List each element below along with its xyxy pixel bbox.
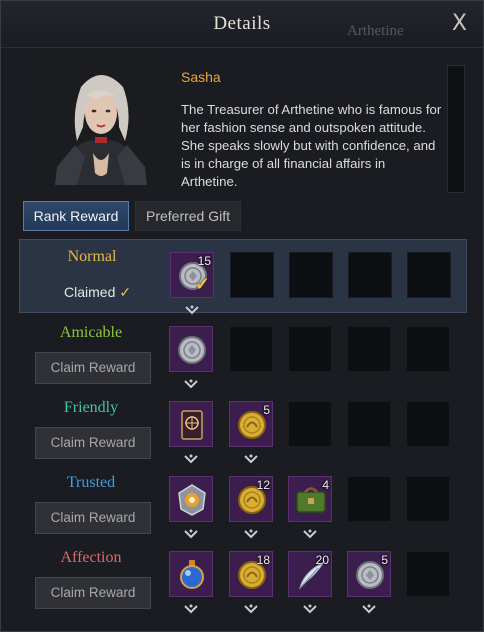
reward-slot[interactable]: 18 bbox=[229, 551, 273, 597]
empty-slot bbox=[347, 326, 391, 372]
reward-slot[interactable]: 5 bbox=[229, 401, 273, 447]
chevron-down-icon bbox=[183, 601, 199, 614]
chevron-down-icon bbox=[183, 376, 199, 389]
empty-slot bbox=[406, 551, 450, 597]
npc-description: The Treasurer of Arthetine who is famous… bbox=[181, 102, 442, 189]
item-quantity: 15 bbox=[197, 254, 211, 268]
chevron-down-icon bbox=[183, 526, 199, 539]
empty-slot bbox=[289, 252, 333, 298]
empty-slot bbox=[406, 476, 450, 522]
tab-preferred-gift[interactable]: Preferred Gift bbox=[135, 201, 241, 231]
reward-slot[interactable] bbox=[169, 401, 213, 447]
item-quantity: 18 bbox=[256, 553, 270, 567]
reward-slot[interactable]: 20 bbox=[288, 551, 332, 597]
reward-slot[interactable] bbox=[169, 551, 213, 597]
tier-label: Friendly bbox=[63, 399, 119, 416]
tier-label: Normal bbox=[67, 248, 117, 265]
reward-row-trusted: Trusted Claim Reward 12 4 bbox=[19, 464, 467, 539]
claim-reward-button[interactable]: Claim Reward bbox=[35, 577, 151, 609]
npc-portrait bbox=[37, 57, 165, 185]
reward-slot[interactable] bbox=[169, 326, 213, 372]
tier-label: Affection bbox=[60, 549, 122, 566]
empty-slot bbox=[229, 326, 273, 372]
reward-slot[interactable]: 15 ✓ bbox=[170, 252, 214, 298]
reward-slot[interactable]: 5 bbox=[347, 551, 391, 597]
chevron-down-icon bbox=[184, 302, 200, 315]
empty-slot bbox=[406, 401, 450, 447]
reward-row-amicable: Amicable Claim Reward bbox=[19, 314, 467, 389]
item-quantity: 12 bbox=[256, 478, 270, 492]
chevron-down-icon bbox=[302, 526, 318, 539]
claim-reward-button[interactable]: Claim Reward bbox=[35, 427, 151, 459]
empty-slot bbox=[288, 401, 332, 447]
reward-row-friendly: Friendly Claim Reward 5 bbox=[19, 389, 467, 464]
claimed-check-icon: ✓ bbox=[194, 274, 210, 294]
empty-slot bbox=[288, 326, 332, 372]
reward-slot[interactable]: 12 bbox=[229, 476, 273, 522]
claim-reward-button[interactable]: Claim Reward bbox=[35, 502, 151, 534]
claimed-label: Claimed bbox=[64, 284, 116, 300]
item-quantity: 4 bbox=[322, 478, 329, 492]
reward-row-affection: Affection Claim Reward 18 20 5 bbox=[19, 539, 467, 614]
tab-rank-reward[interactable]: Rank Reward bbox=[23, 201, 129, 231]
chevron-down-icon bbox=[183, 451, 199, 464]
chevron-down-icon bbox=[243, 601, 259, 614]
npc-name: Sasha bbox=[181, 69, 221, 85]
empty-slot bbox=[347, 476, 391, 522]
empty-slot bbox=[230, 252, 274, 298]
chevron-down-icon bbox=[243, 451, 259, 464]
item-quantity: 20 bbox=[315, 553, 329, 567]
empty-slot bbox=[407, 252, 451, 298]
description-scrollbar[interactable] bbox=[447, 65, 465, 193]
title-bar: Arthetine Details X bbox=[1, 1, 483, 48]
tier-label: Trusted bbox=[66, 474, 116, 491]
item-quantity: 5 bbox=[263, 403, 270, 417]
reward-row-normal: Normal Claimed ✓ 15 ✓ bbox=[19, 239, 467, 315]
chevron-down-icon bbox=[361, 601, 377, 614]
tier-label: Amicable bbox=[59, 324, 123, 341]
close-button[interactable]: X bbox=[452, 13, 467, 35]
reward-slot[interactable]: 4 bbox=[288, 476, 332, 522]
window-title: Details bbox=[213, 13, 271, 34]
chevron-down-icon bbox=[302, 601, 318, 614]
empty-slot bbox=[406, 326, 450, 372]
claim-reward-button[interactable]: Claim Reward bbox=[35, 352, 151, 384]
reward-list: Normal Claimed ✓ 15 ✓ Amicable Claim Reward Fri… bbox=[19, 237, 467, 623]
empty-slot bbox=[348, 252, 392, 298]
item-quantity: 5 bbox=[381, 553, 388, 567]
chevron-down-icon bbox=[243, 526, 259, 539]
details-window: Arthetine Details X Sasha The Treasurer … bbox=[0, 0, 484, 632]
check-icon: ✓ bbox=[119, 284, 132, 300]
empty-slot bbox=[347, 401, 391, 447]
claimed-status: Claimed ✓ bbox=[64, 284, 131, 301]
reward-slot[interactable] bbox=[169, 476, 213, 522]
